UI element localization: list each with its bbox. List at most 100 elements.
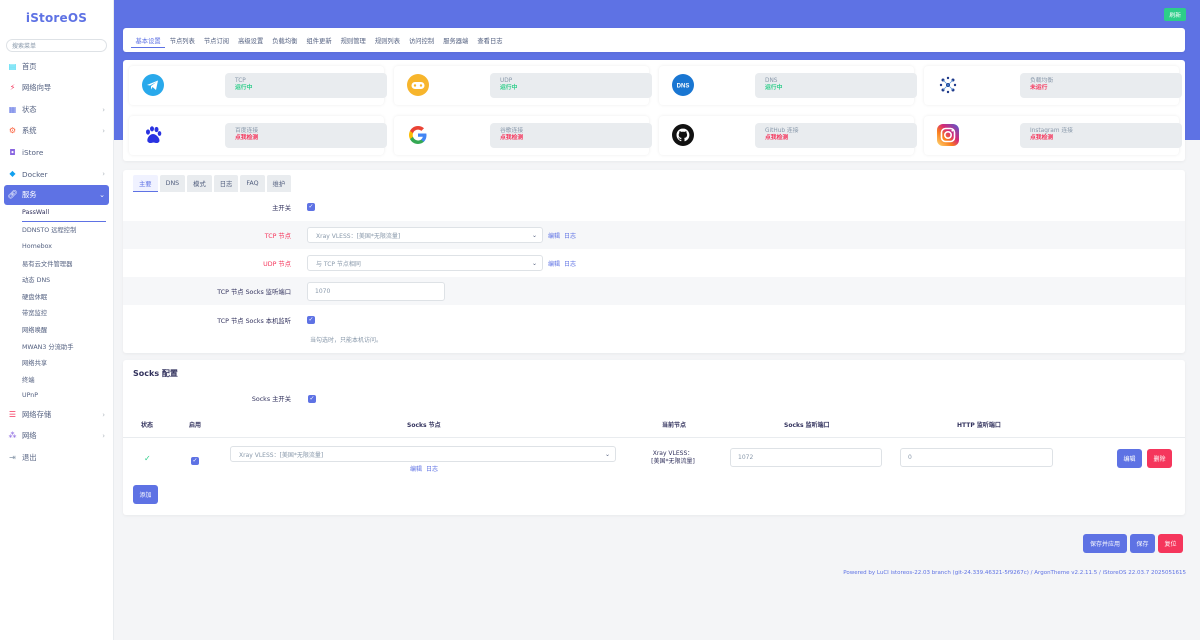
col-header-socks-port: Socks 监听端口 (784, 422, 830, 429)
sidebar: iStoreOS 搜索菜单 ▤ 首页 ⚡ 网络向导 ▦ 状态 › ⚙ 系统 › … (0, 0, 114, 640)
subtab-log[interactable]: 日志 (213, 175, 239, 192)
row-socks-node-select[interactable]: Xray VLESS：[美国*无限流量] ⌄ (230, 446, 616, 462)
sidebar-item-logout[interactable]: ⇥ 退出 (0, 447, 113, 469)
subtab-faq[interactable]: FAQ (240, 175, 265, 192)
socks-config-panel: Socks 配置 Socks 主开关 ✓ 状态 启用 Socks 节点 当前节点… (123, 360, 1185, 515)
row-delete-button[interactable]: 删除 (1147, 449, 1172, 468)
row-edit-button[interactable]: 编辑 (1117, 449, 1142, 468)
card-status: 运行中 (500, 85, 518, 91)
sidebar-item-label: 服务 (22, 190, 37, 199)
tab-access-control[interactable]: 访问控制 (405, 33, 439, 48)
tcp-node-select[interactable]: Xray VLESS：[美国*无限流量] ⌄ (307, 227, 543, 243)
tab-advanced[interactable]: 高级设置 (234, 33, 268, 48)
current-node-line1: Xray VLESS： (652, 450, 694, 457)
sidebar-subitem-mwan3[interactable]: MWAN3 分流助手 (22, 338, 113, 355)
status-card-github: GitHub 连接 点我检测 (659, 116, 917, 155)
sidebar-subitem-hd-idle[interactable]: 硬盘休眠 (22, 288, 113, 305)
card-title: UDP (500, 78, 513, 84)
row-current-node: Xray VLESS： [美国*无限流量] (651, 450, 695, 466)
status-card-google: 谷歌连接 点我检测 (394, 116, 652, 155)
card-check-link[interactable]: 点我检测 (500, 135, 642, 142)
sidebar-item-system[interactable]: ⚙ 系统 › (0, 121, 113, 143)
sidebar-subitem-passwall[interactable]: PassWall (22, 205, 106, 222)
status-panel: TCP 运行中 UDP 运行中 DNS DNS 运行中 负载均衡 未运行 百度连接 点我检… (123, 60, 1185, 161)
reset-button[interactable]: 复位 (1158, 534, 1183, 553)
tab-node-subscribe[interactable]: 节点订阅 (199, 33, 233, 48)
row-status-check: ✓ (144, 454, 151, 463)
card-title: GitHub 连接 (765, 128, 799, 134)
card-status[interactable]: 未运行 (1030, 85, 1172, 92)
sidebar-subitem-homebox[interactable]: Homebox (22, 238, 113, 255)
tcp-node-log-link[interactable]: 日志 (564, 231, 576, 240)
row-edit-link[interactable]: 编辑 (410, 466, 422, 473)
sidebar-item-docker[interactable]: ◆ Docker › (0, 164, 113, 186)
sidebar-item-istore[interactable]: ◘ iStore (0, 142, 113, 164)
card-check-link[interactable]: 点我检测 (1030, 135, 1172, 142)
sidebar-subitem-ddns[interactable]: 动态 DNS (22, 271, 113, 288)
sidebar-subitem-terminal[interactable]: 终端 (22, 371, 113, 388)
udp-node-log-link[interactable]: 日志 (564, 259, 576, 268)
tab-node-list[interactable]: 节点列表 (165, 33, 199, 48)
row-log-link[interactable]: 日志 (426, 466, 438, 473)
status-card-tcp: TCP 运行中 (129, 66, 387, 105)
sidebar-subitem-upnp[interactable]: UPnP (22, 388, 113, 405)
sidebar-item-wizard[interactable]: ⚡ 网络向导 (0, 78, 113, 100)
card-title: 百度连接 (235, 128, 259, 134)
current-node-line2: [美国*无限流量] (651, 458, 695, 465)
save-button[interactable]: 保存 (1130, 534, 1155, 553)
sidebar-subitem-bandwidth[interactable]: 带宽监控 (22, 305, 113, 322)
main-switch-checkbox[interactable]: ✓ (307, 203, 315, 211)
col-header-status: 状态 (141, 422, 154, 429)
sidebar-item-status[interactable]: ▦ 状态 › (0, 99, 113, 121)
card-title: TCP (235, 78, 246, 84)
sidebar-subitem-share[interactable]: 网络共享 (22, 354, 113, 371)
row-enable-checkbox[interactable]: ✓ (191, 457, 199, 465)
sidebar-item-services[interactable]: 🔗︎ 服务 ⌄ (4, 185, 109, 205)
add-socks-button[interactable]: 添加 (133, 485, 158, 504)
tab-server[interactable]: 服务器端 (439, 33, 473, 48)
refresh-button[interactable]: 刷新 (1164, 8, 1186, 21)
socks-port-label: TCP 节点 Socks 监听端口 (217, 288, 291, 296)
chevron-right-icon: › (102, 105, 105, 114)
row-socks-port-input[interactable]: 1072 (730, 448, 882, 467)
socks-port-input[interactable]: 1070 (307, 281, 445, 301)
tcp-node-value: Xray VLESS：[美国*无限流量] (316, 232, 401, 240)
tab-load-balance[interactable]: 负载均衡 (268, 33, 302, 48)
menu-search-input[interactable]: 搜索菜单 (6, 39, 107, 52)
col-header-enable: 启用 (189, 422, 202, 429)
sidebar-subitem-wol[interactable]: 网络唤醒 (22, 321, 113, 338)
sidebar-item-network[interactable]: ⁂ 网络 › (0, 426, 113, 448)
subtab-maintain[interactable]: 维护 (266, 175, 292, 192)
balance-icon (936, 73, 960, 97)
udp-node-edit-link[interactable]: 编辑 (548, 259, 560, 268)
tab-basic-settings[interactable]: 基本设置 (131, 33, 166, 48)
tab-view-log[interactable]: 查看日志 (473, 33, 507, 48)
tab-component-update[interactable]: 组件更新 (302, 33, 336, 48)
telegram-icon (141, 73, 165, 97)
tcp-node-edit-link[interactable]: 编辑 (548, 231, 560, 240)
sidebar-item-storage[interactable]: ☰ 网络存储 › (0, 404, 113, 426)
row-http-port-input[interactable]: 0 (900, 448, 1053, 467)
socks-local-checkbox[interactable]: ✓ (307, 316, 315, 324)
tab-rule-list[interactable]: 规则列表 (370, 33, 404, 48)
card-check-link[interactable]: 点我检测 (765, 135, 907, 142)
svg-text:DNS: DNS (677, 84, 690, 90)
subtab-dns[interactable]: DNS (159, 175, 186, 192)
subtab-mode[interactable]: 模式 (187, 175, 212, 192)
save-apply-button[interactable]: 保存并应用 (1083, 534, 1127, 553)
brand-logo[interactable]: iStoreOS (0, 0, 113, 36)
subtab-main[interactable]: 主要 (133, 175, 158, 192)
chevron-right-icon: › (102, 127, 105, 136)
dns-icon: DNS (671, 73, 695, 97)
instagram-icon (936, 123, 960, 147)
google-icon (406, 123, 430, 147)
chevron-down-icon: ⌄ (531, 259, 537, 267)
tab-rule-manage[interactable]: 规则管理 (336, 33, 370, 48)
sidebar-subitem-ddnsto[interactable]: DDNSTO 远程控制 (22, 222, 113, 239)
udp-node-select[interactable]: 与 TCP 节点相同 ⌄ (307, 255, 543, 271)
wizard-icon: ⚡ (9, 83, 16, 93)
sidebar-item-home[interactable]: ▤ 首页 (0, 56, 113, 78)
socks-main-switch-checkbox[interactable]: ✓ (308, 395, 316, 403)
card-check-link[interactable]: 点我检测 (235, 135, 377, 142)
sidebar-subitem-linkease[interactable]: 易有云文件管理器 (22, 255, 113, 272)
